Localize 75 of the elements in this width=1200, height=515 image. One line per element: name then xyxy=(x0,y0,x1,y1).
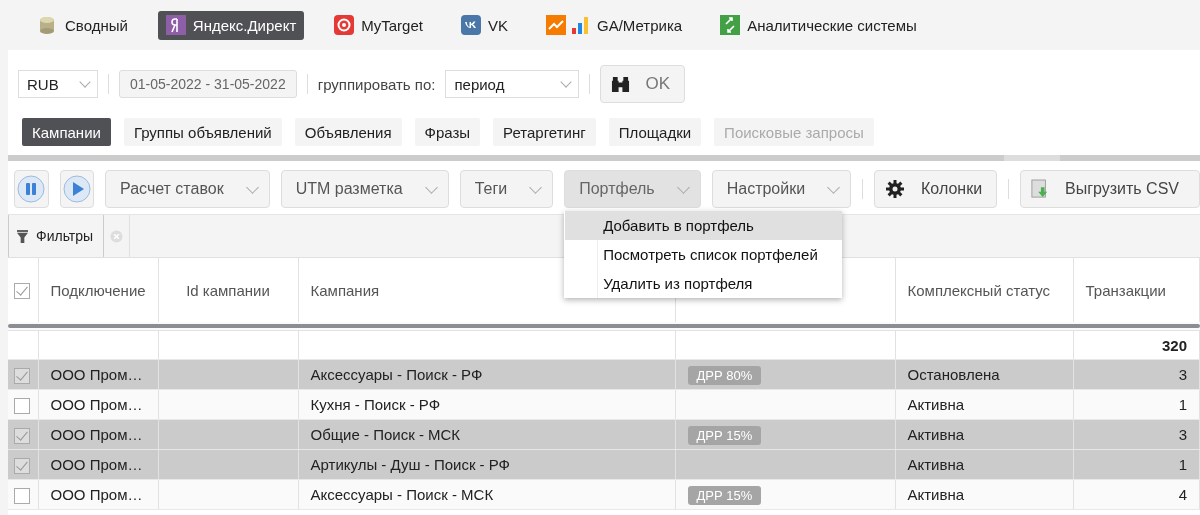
tag-badge: ДРР 80% xyxy=(687,366,762,385)
campaign-cell: Аксессуары - Поиск - РФ xyxy=(310,366,483,383)
view-tab[interactable]: Площадки xyxy=(608,118,702,146)
columns-button[interactable]: Колонки xyxy=(874,170,998,208)
view-tab[interactable]: Группы объявлений xyxy=(123,118,282,146)
campaign-cell: Кухня - Поиск - РФ xyxy=(310,396,441,413)
row-checkbox[interactable] xyxy=(14,367,30,384)
nav-tab[interactable]: GA/Метрика xyxy=(538,10,691,40)
clear-icon[interactable] xyxy=(110,229,124,243)
play-button[interactable] xyxy=(59,170,95,208)
dropdown-button[interactable]: Портфель xyxy=(564,170,701,208)
transactions-cell: 4 xyxy=(1178,486,1187,503)
nav-tab[interactable]: MyTarget xyxy=(326,10,431,40)
campaign-cell: Артикулы - Душ - Поиск - РФ xyxy=(310,456,511,473)
group-by-label: группировать по: xyxy=(317,75,436,93)
transactions-cell: 3 xyxy=(1178,426,1187,443)
column-header[interactable]: Комплексный статус xyxy=(907,281,1051,299)
nav-tab[interactable]: Сводный xyxy=(30,10,136,40)
connection-cell: ООО Пром… xyxy=(50,456,143,473)
select-all-checkbox[interactable] xyxy=(14,283,30,299)
nav-tab[interactable]: Аналитические системы xyxy=(712,10,925,40)
tag-badge: ДРР 15% xyxy=(687,486,762,505)
nav-tab[interactable]: VK xyxy=(452,10,516,40)
filters-button[interactable]: Фильтры xyxy=(8,215,105,257)
connection-cell: ООО Пром… xyxy=(50,366,143,383)
export-csv-button[interactable]: Выгрузить CSV xyxy=(1020,170,1200,208)
vk-logo-icon xyxy=(460,15,481,35)
ya-logo-icon xyxy=(165,15,186,35)
pause-button[interactable] xyxy=(14,170,49,208)
nav-tab[interactable]: Яндекс.Директ xyxy=(157,10,305,40)
transactions-cell: 3 xyxy=(1178,366,1187,383)
tag-badge: ДРР 15% xyxy=(687,426,762,445)
file-download-icon xyxy=(1031,179,1049,199)
view-tab[interactable]: Кампании xyxy=(22,118,111,146)
view-tab[interactable]: Фразы xyxy=(414,118,481,146)
row-checkbox[interactable] xyxy=(14,487,30,504)
binoculars-icon xyxy=(610,74,632,94)
column-header[interactable]: Транзакции xyxy=(1085,281,1166,299)
status-cell: Активна xyxy=(907,396,965,413)
arrows-icon xyxy=(720,15,741,35)
settings-icon xyxy=(885,179,906,199)
row-checkbox[interactable] xyxy=(14,397,30,414)
row-checkbox[interactable] xyxy=(14,457,30,474)
currency-select[interactable]: RUB xyxy=(18,70,98,98)
pause-icon xyxy=(17,175,46,203)
row-checkbox[interactable] xyxy=(14,427,30,444)
view-tab[interactable]: Ретаргетинг xyxy=(493,118,596,146)
dropdown-button[interactable]: Настройки xyxy=(711,170,852,208)
connection-cell: ООО Пром… xyxy=(50,426,143,443)
status-cell: Активна xyxy=(907,456,965,473)
group-by-select[interactable]: период xyxy=(445,70,580,98)
connection-cell: ООО Пром… xyxy=(50,486,143,503)
date-range-field[interactable]: 01-05-2022 - 31-05-2022 xyxy=(119,70,297,98)
filter-icon xyxy=(17,229,28,243)
bar-chart-icon xyxy=(570,15,590,35)
column-header[interactable]: Id кампании xyxy=(186,281,270,299)
view-tab[interactable]: Объявления xyxy=(294,118,402,146)
transactions-cell: 1 xyxy=(1178,396,1187,413)
column-header[interactable]: Подключение xyxy=(50,281,146,299)
status-cell: Активна xyxy=(907,426,965,443)
campaign-cell: Общие - Поиск - МСК xyxy=(310,426,461,443)
status-cell: Остановлена xyxy=(907,366,1000,383)
status-cell: Активна xyxy=(907,486,965,503)
target-icon xyxy=(334,15,355,35)
menu-item[interactable]: Добавить в портфель xyxy=(564,211,843,240)
dropdown-button[interactable]: Расчет ставок xyxy=(105,170,270,208)
connection-cell: ООО Пром… xyxy=(50,396,143,413)
total-value: 320 xyxy=(1161,336,1187,354)
campaign-cell: Аксессуары - Поиск - МСК xyxy=(310,486,494,503)
dropdown-button[interactable]: Теги xyxy=(459,170,554,208)
dropdown-button[interactable]: UTM разметка xyxy=(280,170,449,208)
column-header[interactable]: Кампания xyxy=(310,281,380,299)
ok-button[interactable]: OK xyxy=(600,65,685,103)
play-icon xyxy=(62,175,91,203)
transactions-cell: 1 xyxy=(1178,456,1187,473)
